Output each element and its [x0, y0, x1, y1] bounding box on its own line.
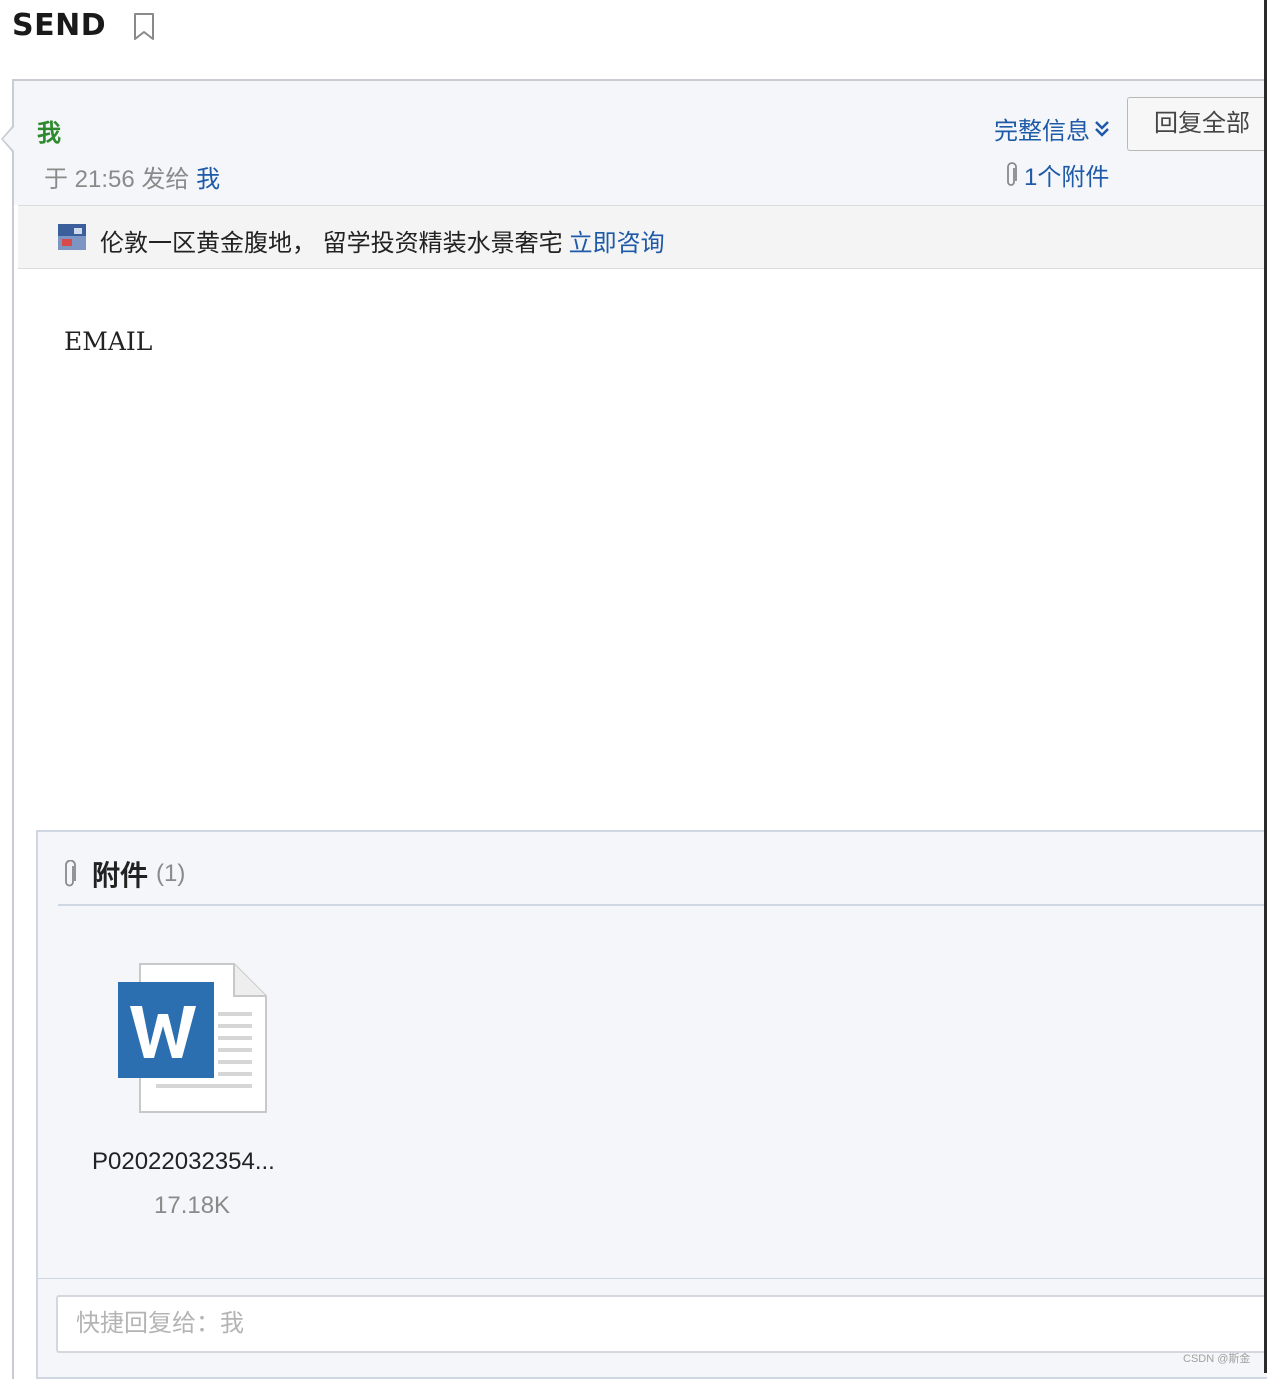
mail-body: EMAIL	[64, 327, 153, 356]
reply-all-button[interactable]: 回复全部	[1127, 97, 1267, 151]
attachments-divider	[58, 904, 1267, 906]
full-info-toggle[interactable]: 完整信息	[994, 111, 1110, 146]
full-info-label: 完整信息	[994, 118, 1090, 145]
attachments-title: 附件	[92, 860, 149, 891]
attachment-filename: P02022032354...	[92, 1148, 275, 1175]
mail-card: 我 于 21:56 发给 我 完整信息 1个附件 回复全部 伦敦一区黄金腹地， …	[12, 79, 1267, 1379]
word-doc-icon	[118, 963, 267, 1113]
top-bar: SEND	[0, 0, 1267, 78]
attachments-panel: 附件 (1) P02022032354... 17.18K	[36, 830, 1267, 1280]
attachment-item[interactable]: P02022032354... 17.18K	[78, 952, 308, 1232]
paperclip-icon	[65, 860, 76, 887]
ad-consult-link[interactable]: 立即咨询	[569, 230, 665, 257]
mail-subject: SEND	[12, 8, 107, 43]
ad-headline: 伦敦一区黄金腹地， 留学投资精装水景奢宅	[100, 230, 563, 257]
paperclip-icon	[1007, 161, 1017, 186]
attachments-header: 附件 (1)	[62, 854, 185, 894]
ad-bar: 伦敦一区黄金腹地， 留学投资精装水景奢宅 立即咨询	[18, 205, 1267, 269]
attachment-summary-link[interactable]: 1个附件	[1004, 157, 1109, 192]
attachments-count: (1)	[156, 860, 186, 887]
quick-reply-input[interactable]	[56, 1295, 1267, 1353]
send-time: 于 21:56 发给	[44, 166, 190, 193]
bookmark-icon[interactable]	[133, 13, 155, 41]
ad-text: 伦敦一区黄金腹地， 留学投资精装水景奢宅 立即咨询	[100, 223, 665, 258]
mail-header: 我 于 21:56 发给 我 完整信息 1个附件 回复全部	[14, 81, 1267, 205]
sender-name[interactable]: 我	[37, 113, 61, 148]
attachment-summary-label: 1个附件	[1024, 164, 1110, 191]
watermark: CSDN @斯金	[1183, 1353, 1251, 1365]
send-meta: 于 21:56 发给 我	[44, 159, 220, 194]
attachment-filesize: 17.18K	[154, 1192, 231, 1219]
quick-reply-panel	[36, 1279, 1267, 1379]
recipient-name[interactable]: 我	[196, 166, 220, 193]
double-chevron-down-icon	[1095, 120, 1109, 137]
card-pointer-fill	[3, 127, 14, 151]
ad-thumbnail-icon	[58, 224, 86, 250]
